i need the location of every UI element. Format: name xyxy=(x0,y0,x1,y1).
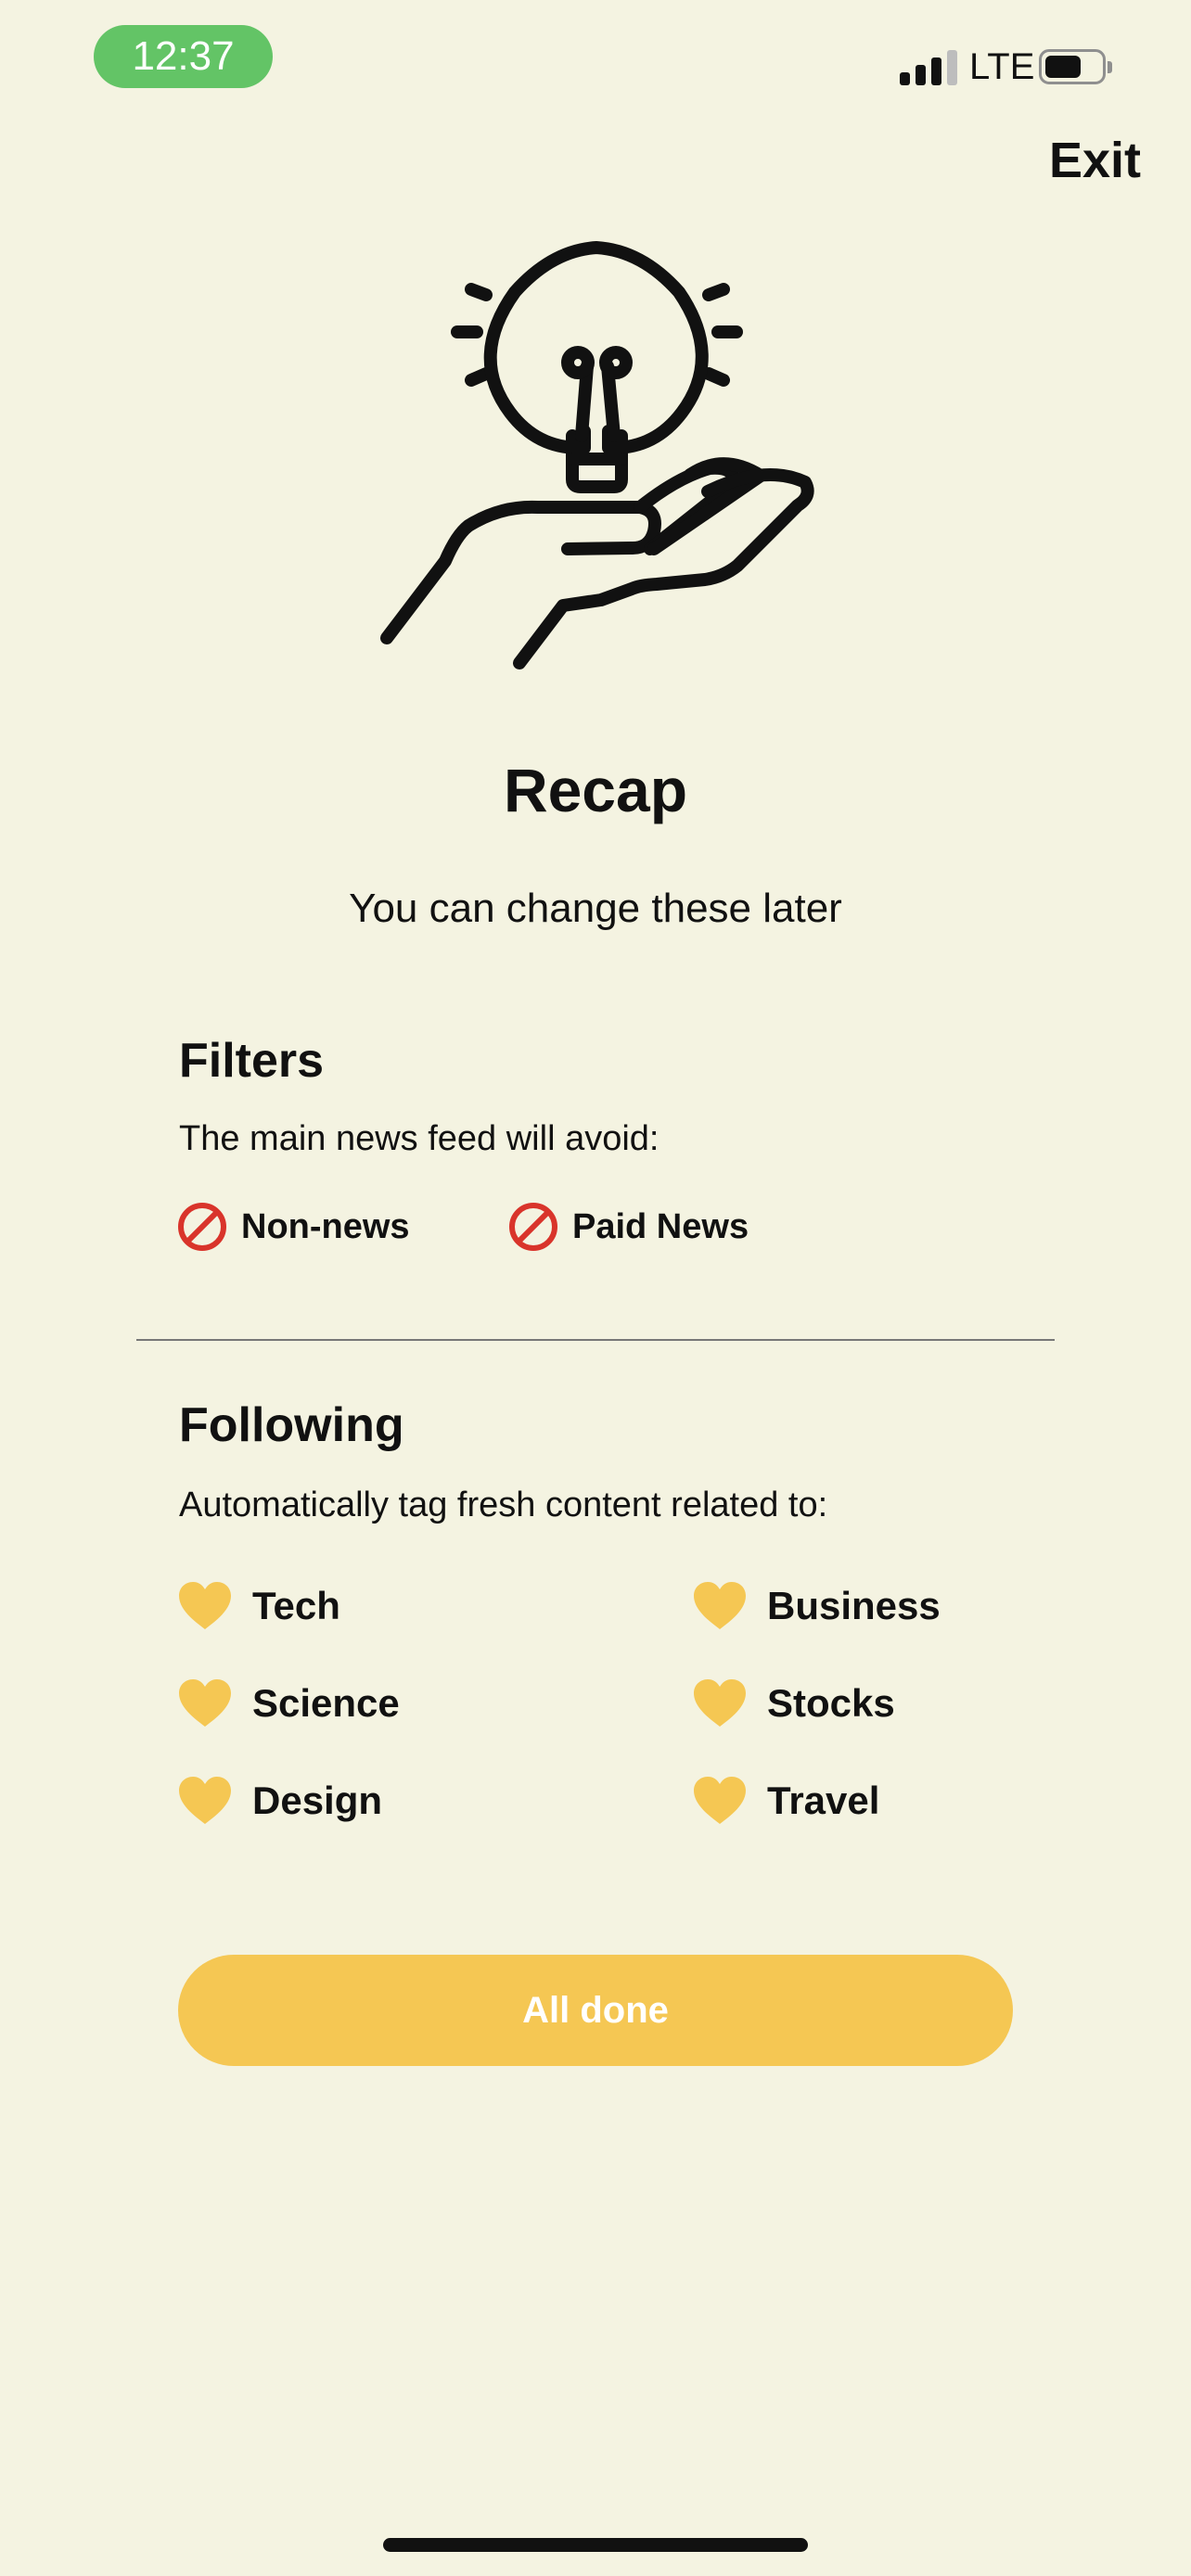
home-indicator[interactable] xyxy=(383,2538,808,2552)
status-time: 12:37 xyxy=(94,25,273,88)
topic-item-science[interactable]: Science xyxy=(176,1676,400,1731)
filters-heading: Filters xyxy=(179,1034,325,1088)
topic-item-travel[interactable]: Travel xyxy=(691,1773,879,1829)
topic-label: Business xyxy=(767,1584,941,1627)
yellow-heart-icon xyxy=(179,1777,231,1824)
all-done-button[interactable]: All done xyxy=(178,1955,1013,2066)
topic-item-stocks[interactable]: Stocks xyxy=(691,1676,895,1731)
lightbulb-in-hand-icon xyxy=(380,241,814,670)
prohibited-icon xyxy=(509,1203,557,1251)
filter-label: Non-news xyxy=(241,1207,410,1246)
yellow-heart-icon xyxy=(694,1777,746,1824)
section-divider xyxy=(136,1339,1055,1341)
prohibited-icon xyxy=(178,1203,226,1251)
page-subtitle: You can change these later xyxy=(349,886,842,931)
exit-button[interactable]: Exit xyxy=(1020,130,1141,191)
topic-label: Science xyxy=(252,1681,400,1725)
yellow-heart-icon xyxy=(694,1582,746,1629)
topic-item-design[interactable]: Design xyxy=(176,1773,382,1829)
filter-label: Paid News xyxy=(572,1207,749,1246)
following-description: Automatically tag fresh content related … xyxy=(179,1486,828,1524)
yellow-heart-icon xyxy=(179,1582,231,1629)
filter-chip-paid-news: Paid News xyxy=(507,1201,749,1253)
filters-description: The main news feed will avoid: xyxy=(179,1119,660,1158)
network-type: LTE xyxy=(969,46,1035,87)
yellow-heart-icon xyxy=(179,1679,231,1727)
topic-item-tech[interactable]: Tech xyxy=(176,1578,340,1634)
topic-label: Tech xyxy=(252,1584,340,1627)
battery-icon xyxy=(1039,49,1112,84)
topic-item-business[interactable]: Business xyxy=(691,1578,941,1634)
following-heading: Following xyxy=(179,1398,404,1452)
yellow-heart-icon xyxy=(694,1679,746,1727)
topic-label: Travel xyxy=(767,1779,880,1822)
topic-label: Design xyxy=(252,1779,383,1822)
signal-strength-icon xyxy=(900,48,957,85)
page-title: Recap xyxy=(503,756,688,824)
topic-label: Stocks xyxy=(767,1681,895,1725)
filter-chip-non-news: Non-news xyxy=(176,1201,410,1253)
